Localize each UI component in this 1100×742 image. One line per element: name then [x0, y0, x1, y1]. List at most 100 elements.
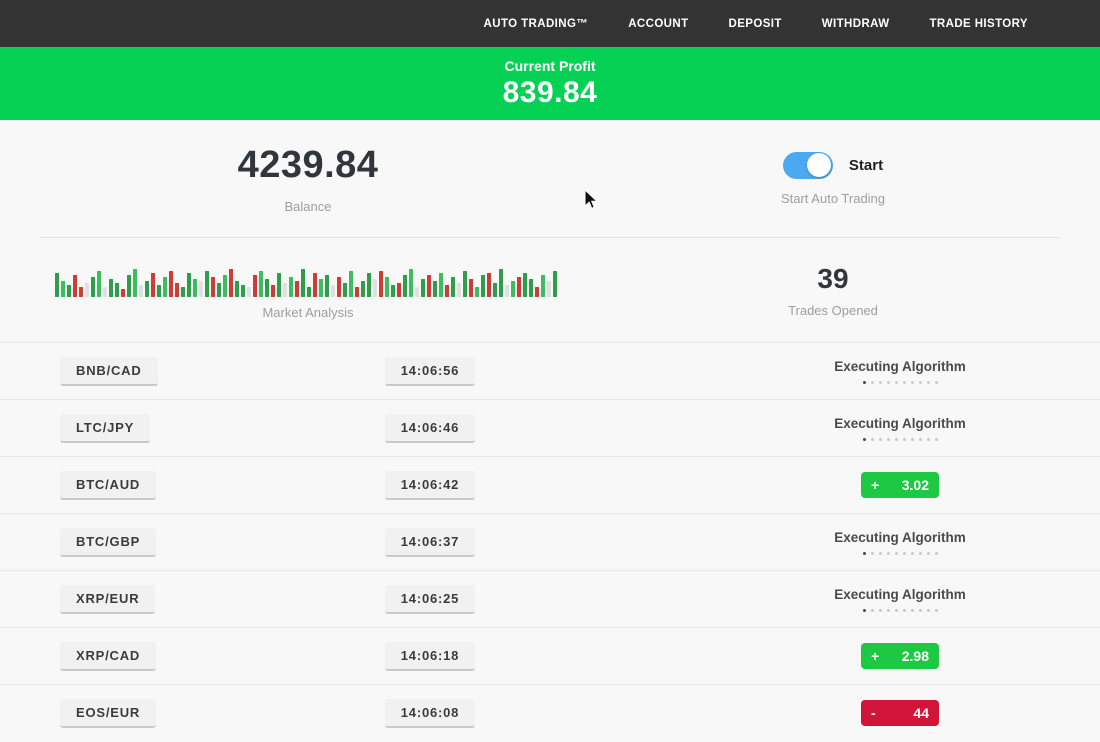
chart-bar	[61, 281, 65, 297]
progress-dot	[887, 552, 890, 555]
progress-dot	[871, 438, 874, 441]
current-profit-value: 839.84	[503, 76, 598, 110]
chart-bar	[409, 269, 413, 297]
time-badge: 14:06:08	[385, 699, 475, 728]
chart-bar	[127, 275, 131, 297]
executing-algorithm-label: Executing Algorithm	[834, 416, 966, 431]
result-sign: +	[871, 477, 879, 493]
chart-bar	[505, 285, 509, 297]
balance-label: Balance	[285, 199, 332, 214]
chart-bar	[445, 285, 449, 297]
chart-bar	[493, 283, 497, 297]
chart-bar	[85, 283, 89, 297]
progress-dot	[919, 438, 922, 441]
nav-item-deposit[interactable]: DEPOSIT	[729, 18, 782, 30]
progress-dot	[879, 609, 882, 612]
chart-bar	[373, 279, 377, 297]
table-row: BTC/GBP 14:06:37 Executing Algorithm	[0, 513, 1100, 570]
progress-dot	[887, 609, 890, 612]
pair-badge: LTC/JPY	[60, 414, 150, 443]
time-badge: 14:06:46	[385, 414, 475, 443]
table-row: XRP/CAD 14:06:18 +2.98	[0, 627, 1100, 684]
chart-bar	[457, 283, 461, 297]
trades-opened-value: 39	[817, 263, 848, 295]
chart-bar	[463, 271, 467, 297]
chart-bar	[379, 271, 383, 297]
progress-dot	[919, 381, 922, 384]
loss-badge: -44	[861, 700, 939, 726]
chart-bar	[217, 283, 221, 297]
progress-dot	[903, 609, 906, 612]
progress-dots	[863, 552, 938, 555]
progress-dot	[879, 552, 882, 555]
auto-trading-toggle[interactable]	[783, 152, 833, 179]
progress-dot	[927, 438, 930, 441]
market-section: Market Analysis 39 Trades Opened	[0, 238, 1100, 342]
progress-dot	[903, 381, 906, 384]
chart-bar	[475, 287, 479, 297]
chart-bar	[553, 271, 557, 297]
profit-badge: +2.98	[861, 643, 939, 669]
chart-bar	[79, 287, 83, 297]
chart-bar	[133, 269, 137, 297]
chart-bar	[307, 287, 311, 297]
result-cell: Executing Algorithm	[700, 359, 1100, 384]
chart-bar	[343, 283, 347, 297]
chart-bar	[73, 275, 77, 297]
time-badge: 14:06:25	[385, 585, 475, 614]
progress-dot	[935, 552, 938, 555]
current-profit-banner: Current Profit 839.84	[0, 47, 1100, 120]
chart-bar	[487, 273, 491, 297]
chart-bar	[265, 279, 269, 297]
chart-bar	[331, 285, 335, 297]
chart-bar	[427, 275, 431, 297]
top-nav: AUTO TRADING™ ACCOUNT DEPOSIT WITHDRAW TRADE…	[0, 0, 1100, 47]
nav-item-trade-history[interactable]: TRADE HISTORY	[930, 18, 1029, 30]
chart-bar	[367, 273, 371, 297]
balance-section: 4239.84 Balance Start Start Auto Trading	[0, 120, 1100, 237]
chart-bar	[529, 279, 533, 297]
chart-bar	[151, 273, 155, 297]
chart-bar	[193, 279, 197, 297]
progress-dot	[895, 438, 898, 441]
progress-dot	[919, 609, 922, 612]
nav-item-auto-trading[interactable]: AUTO TRADING™	[484, 18, 589, 30]
result-cell: +3.02	[700, 472, 1100, 498]
chart-bar	[223, 275, 227, 297]
balance-value: 4239.84	[238, 144, 379, 187]
chart-bar	[247, 287, 251, 297]
trades-opened-label: Trades Opened	[788, 303, 878, 318]
chart-bar	[169, 271, 173, 297]
chart-bar	[241, 285, 245, 297]
chart-bar	[175, 283, 179, 297]
progress-dot	[911, 381, 914, 384]
chart-bar	[67, 285, 71, 297]
chart-bar	[421, 279, 425, 297]
chart-bar	[397, 283, 401, 297]
chart-bar	[415, 287, 419, 297]
chart-bar	[403, 275, 407, 297]
chart-bar	[313, 273, 317, 297]
chart-bar	[319, 279, 323, 297]
chart-bar	[229, 269, 233, 297]
progress-dot	[887, 381, 890, 384]
pair-badge: XRP/EUR	[60, 585, 155, 614]
result-amount: 2.98	[902, 648, 929, 664]
nav-item-account[interactable]: ACCOUNT	[628, 18, 688, 30]
chart-bar	[109, 279, 113, 297]
chart-bar	[103, 287, 107, 297]
pair-badge: BTC/AUD	[60, 471, 156, 500]
chart-bar	[187, 273, 191, 297]
nav-item-withdraw[interactable]: WITHDRAW	[822, 18, 890, 30]
chart-bar	[385, 277, 389, 297]
progress-dot	[903, 552, 906, 555]
chart-bar	[271, 285, 275, 297]
progress-dot	[927, 552, 930, 555]
chart-bar	[199, 281, 203, 297]
chart-bar	[97, 271, 101, 297]
chart-bar	[349, 271, 353, 297]
progress-dot	[863, 552, 866, 555]
chart-bar	[289, 277, 293, 297]
chart-bar	[145, 281, 149, 297]
result-cell: Executing Algorithm	[700, 530, 1100, 555]
